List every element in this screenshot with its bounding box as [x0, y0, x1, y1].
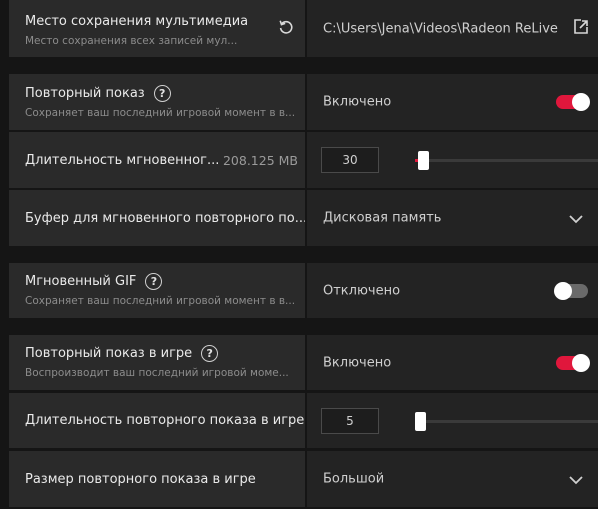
help-icon[interactable]: ? [153, 85, 171, 102]
in-game-replay-subtitle: Воспроизводит ваш последний игровой моме… [25, 367, 289, 379]
help-icon[interactable]: ? [201, 345, 219, 362]
in-game-replay-duration-input[interactable]: 5 [321, 407, 379, 434]
instant-replay-buffer-dropdown[interactable]: Дисковая память [307, 190, 598, 246]
instant-replay-buffer-label-cell: Буфер для мгновенного повторного по... [9, 190, 305, 246]
instant-replay-duration-input[interactable]: 30 [321, 147, 379, 173]
instant-replay-toggle-cell[interactable]: Включено [307, 74, 598, 130]
in-game-replay-label-cell: Повторный показ в игре? Воспроизводит ва… [9, 335, 305, 390]
instant-replay-duration-slider-thumb[interactable] [418, 151, 430, 170]
instant-replay-duration-title: Длительность мгновенног... [25, 152, 220, 168]
chevron-down-icon [569, 470, 583, 489]
instant-replay-buffer-size: 208.125 MB [222, 152, 298, 168]
instant-gif-title: Мгновенный GIF [25, 274, 137, 289]
in-game-replay-duration-title: Длительность повторного показа в игре... [25, 413, 305, 428]
in-game-replay-duration-label-cell: Длительность повторного показа в игре... [9, 393, 305, 448]
reset-icon[interactable] [277, 18, 295, 40]
instant-replay-title: Повторный показ [25, 86, 145, 101]
instant-replay-state: Включено [323, 94, 392, 110]
media-location-path: C:\Users\Jena\Videos\Radeon ReLive [323, 21, 558, 36]
toggle-knob [554, 281, 572, 300]
instant-replay-duration-slider[interactable] [415, 159, 598, 162]
in-game-replay-size-value: Большой [323, 471, 385, 487]
instant-replay-label-cell: Повторный показ? Сохраняет ваш последний… [9, 74, 305, 130]
in-game-replay-duration-row: Длительность повторного показа в игре...… [9, 393, 598, 448]
media-location-path-cell[interactable]: C:\Users\Jena\Videos\Radeon ReLive [307, 0, 598, 57]
instant-gif-toggle[interactable] [554, 281, 588, 300]
instant-replay-buffer-title: Буфер для мгновенного повторного по... [25, 210, 305, 226]
instant-gif-label-cell: Мгновенный GIF? Сохраняет ваш последний … [9, 263, 305, 318]
in-game-replay-title: Повторный показ в игре [25, 346, 193, 361]
instant-replay-toggle[interactable] [556, 93, 590, 111]
instant-replay-duration-control-cell: 30 [307, 132, 598, 188]
media-location-title: Место сохранения мультимедиа [25, 14, 249, 29]
in-game-replay-state: Включено [323, 355, 392, 370]
instant-replay-buffer-value: Дисковая память [323, 210, 442, 226]
instant-replay-buffer-row: Буфер для мгновенного повторного по... Д… [9, 190, 598, 246]
in-game-replay-size-label-cell: Размер повторного показа в игре [9, 451, 305, 507]
instant-replay-title-line: Повторный показ? [25, 85, 305, 102]
in-game-replay-size-row: Размер повторного показа в игре Большой [9, 451, 598, 507]
toggle-knob [572, 93, 590, 111]
in-game-replay-duration-slider-thumb[interactable] [415, 411, 426, 431]
in-game-replay-duration-control-cell: 5 [307, 393, 598, 448]
instant-gif-subtitle: Сохраняет ваш последний игровой момент в… [25, 295, 296, 307]
instant-gif-state: Отключено [323, 283, 401, 298]
in-game-replay-row: Повторный показ в игре? Воспроизводит ва… [9, 335, 598, 390]
in-game-replay-size-dropdown[interactable]: Большой [307, 451, 598, 507]
in-game-replay-toggle[interactable] [556, 353, 590, 372]
toggle-knob [572, 353, 590, 372]
media-location-row: Место сохранения мультимедиа Место сохра… [9, 0, 598, 57]
instant-replay-duration-label-cell: Длительность мгновенног... 208.125 MB [9, 132, 305, 188]
instant-replay-subtitle: Сохраняет ваш последний игровой момент в… [25, 107, 296, 119]
in-game-replay-size-title: Размер повторного показа в игре [25, 471, 256, 487]
media-location-subtitle: Место сохранения всех записей мул... [25, 35, 238, 47]
in-game-replay-title-line: Повторный показ в игре? [25, 345, 305, 362]
instant-replay-duration-row: Длительность мгновенног... 208.125 MB 30 [9, 132, 598, 188]
help-icon[interactable]: ? [145, 273, 163, 290]
in-game-replay-toggle-cell[interactable]: Включено [307, 335, 598, 390]
instant-replay-row: Повторный показ? Сохраняет ваш последний… [9, 74, 598, 130]
instant-gif-title-line: Мгновенный GIF? [25, 273, 305, 290]
in-game-replay-duration-slider[interactable] [415, 419, 598, 423]
media-location-label-cell: Место сохранения мультимедиа Место сохра… [9, 0, 305, 57]
folder-open-icon[interactable] [572, 18, 590, 40]
instant-gif-toggle-cell[interactable]: Отключено [307, 263, 598, 318]
instant-gif-row: Мгновенный GIF? Сохраняет ваш последний … [9, 263, 598, 318]
chevron-down-icon [569, 209, 583, 228]
